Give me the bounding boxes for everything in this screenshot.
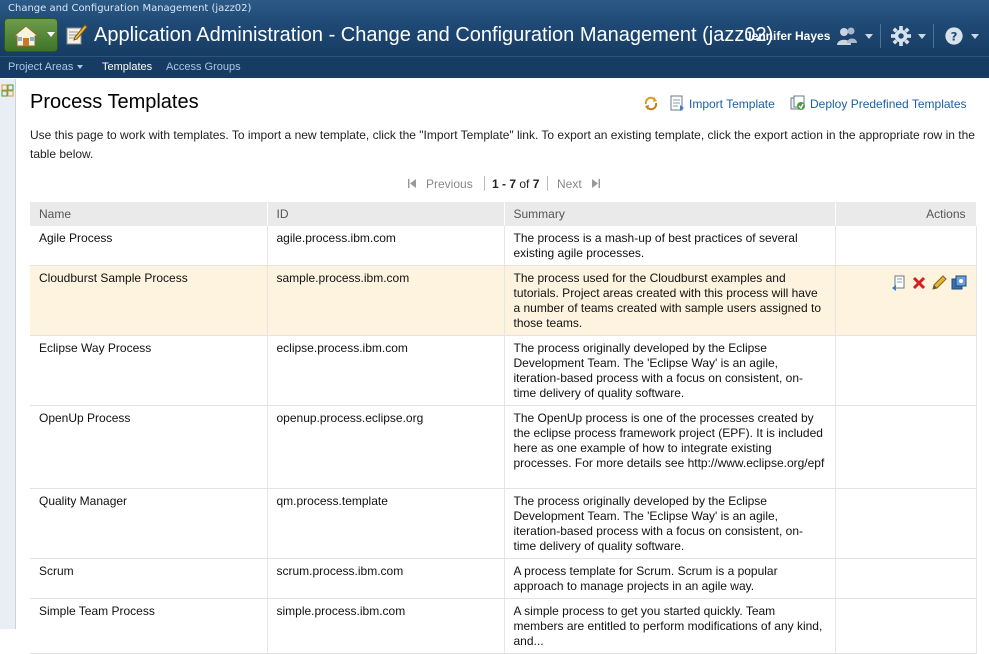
row-actions-cell	[835, 488, 977, 559]
refresh-icon[interactable]	[643, 95, 659, 111]
svg-text:?: ?	[951, 30, 958, 44]
row-id: simple.process.ibm.com	[267, 598, 505, 654]
table-row[interactable]: Scrum scrum.process.ibm.com A process te…	[30, 558, 977, 599]
table-row[interactable]: OpenUp Process openup.process.eclipse.or…	[30, 405, 977, 489]
edit-icon[interactable]	[931, 275, 947, 291]
row-actions-cell	[835, 405, 977, 489]
deploy-icon[interactable]	[951, 275, 967, 291]
row-summary: A simple process to get you started quic…	[504, 598, 836, 654]
page-description: Use this page to work with templates. To…	[30, 128, 975, 161]
pager-range: 1 - 7	[492, 177, 517, 191]
header-divider	[880, 24, 881, 48]
nav-project-areas[interactable]: Project Areas	[8, 61, 84, 73]
row-summary: The process used for the Cloudburst exam…	[504, 265, 836, 336]
row-actions-cell	[835, 558, 977, 599]
table-row[interactable]: Quality Manager qm.process.template The …	[30, 488, 977, 559]
row-summary: The process originally developed by the …	[504, 335, 836, 406]
import-template-link[interactable]: Import Template	[689, 97, 775, 111]
row-name[interactable]: Eclipse Way Process	[30, 335, 268, 406]
row-id: openup.process.eclipse.org	[267, 405, 505, 489]
pager-of-label: of	[519, 177, 530, 191]
chevron-down-icon[interactable]	[918, 34, 926, 39]
home-icon	[13, 25, 39, 47]
row-name[interactable]: Scrum	[30, 558, 268, 599]
row-id: eclipse.process.ibm.com	[267, 335, 505, 406]
deploy-predefined-templates-link[interactable]: Deploy Predefined Templates	[810, 97, 967, 111]
page-header-title: Application Administration - Change and …	[94, 24, 774, 46]
nav-access-groups[interactable]: Access Groups	[166, 61, 241, 73]
home-menu-button[interactable]	[4, 18, 58, 52]
delete-icon[interactable]	[911, 275, 927, 291]
row-actions-cell	[835, 265, 977, 336]
header-divider	[933, 24, 934, 48]
row-name[interactable]: Agile Process	[30, 226, 268, 266]
pager-total: 7	[532, 177, 540, 191]
row-actions-cell	[835, 335, 977, 406]
row-summary: The process originally developed by the …	[504, 488, 836, 559]
pager-divider	[547, 176, 548, 191]
deploy-templates-icon[interactable]	[790, 95, 806, 111]
app-banner: Change and Configuration Management (jaz…	[0, 0, 989, 56]
chevron-down-icon	[47, 32, 55, 37]
table-header-row: Name ID Summary Actions	[30, 202, 977, 226]
nav-templates[interactable]: Templates	[102, 61, 152, 73]
row-id: scrum.process.ibm.com	[267, 558, 505, 599]
grid-icon[interactable]	[1, 84, 14, 97]
row-summary: The OpenUp process is one of the process…	[504, 405, 836, 489]
table-row[interactable]: Simple Team Process simple.process.ibm.c…	[30, 598, 977, 654]
import-icon[interactable]	[669, 95, 685, 111]
page-title: Process Templates	[30, 91, 199, 113]
pager-status: 1 - 7 of 7	[492, 177, 539, 191]
row-name[interactable]: Simple Team Process	[30, 598, 268, 654]
table-row[interactable]: Eclipse Way Process eclipse.process.ibm.…	[30, 335, 977, 406]
row-summary: The process is a mash-up of best practic…	[504, 226, 836, 266]
gear-icon[interactable]	[890, 26, 912, 46]
column-header-summary[interactable]: Summary	[504, 202, 836, 226]
pager-next[interactable]: Next	[557, 177, 582, 191]
chevron-down-icon	[77, 65, 84, 70]
user-name[interactable]: Jennifer Hayes	[745, 29, 830, 43]
row-actions	[845, 271, 967, 291]
pager-divider	[484, 176, 485, 191]
table-row-highlighted[interactable]: Cloudburst Sample Process sample.process…	[30, 265, 977, 336]
column-header-actions: Actions	[835, 202, 977, 226]
row-name[interactable]: Cloudburst Sample Process	[30, 265, 268, 336]
row-summary: A process template for Scrum. Scrum is a…	[504, 558, 836, 599]
row-name[interactable]: Quality Manager	[30, 488, 268, 559]
row-id: sample.process.ibm.com	[267, 265, 505, 336]
table-row[interactable]: Agile Process agile.process.ibm.com The …	[30, 226, 977, 266]
row-id: qm.process.template	[267, 488, 505, 559]
export-icon[interactable]	[891, 275, 907, 291]
column-header-id[interactable]: ID	[267, 202, 505, 226]
templates-table: Name ID Summary Actions Agile Process ag…	[30, 202, 977, 654]
row-actions-cell	[835, 598, 977, 654]
admin-pen-icon	[66, 24, 88, 45]
chevron-down-icon[interactable]	[865, 34, 873, 39]
row-id: agile.process.ibm.com	[267, 226, 505, 266]
left-sidebar-rail[interactable]	[0, 79, 16, 629]
row-actions-cell	[835, 226, 977, 266]
users-icon[interactable]	[836, 26, 858, 46]
column-header-name[interactable]: Name	[30, 202, 268, 226]
row-name[interactable]: OpenUp Process	[30, 405, 268, 489]
nav-project-areas-label: Project Areas	[8, 61, 74, 73]
chevron-down-icon[interactable]	[971, 34, 979, 39]
window-caption: Change and Configuration Management (jaz…	[8, 3, 252, 14]
first-page-icon[interactable]	[408, 179, 418, 188]
help-icon[interactable]: ?	[943, 26, 965, 46]
last-page-icon[interactable]	[590, 179, 600, 188]
admin-nav-bar: Project Areas Templates Access Groups	[0, 56, 989, 78]
pager-previous[interactable]: Previous	[426, 177, 473, 191]
